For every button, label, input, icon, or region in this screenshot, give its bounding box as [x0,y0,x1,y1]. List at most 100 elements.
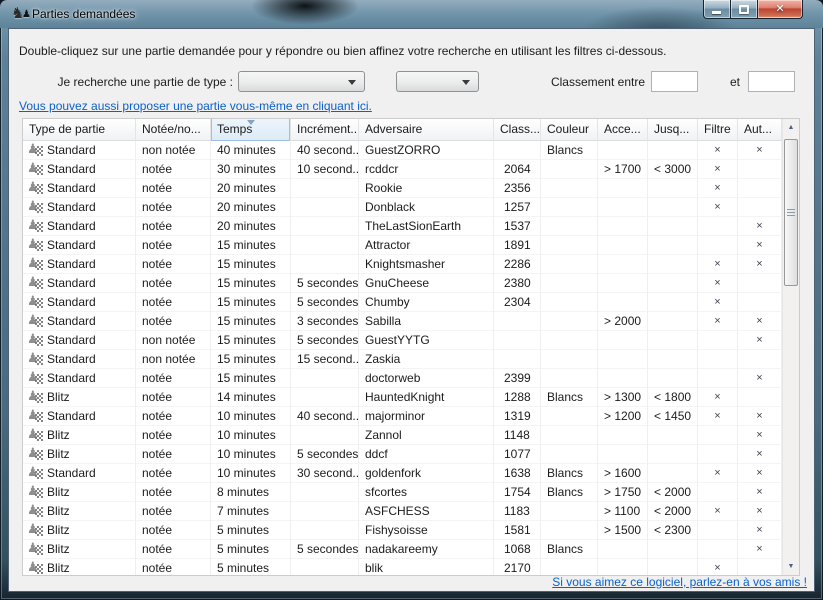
cell-opponent: sfcortes [359,483,494,502]
column-header-color[interactable]: Couleur [541,119,598,141]
column-header-accept-from[interactable]: Acce... [598,119,648,141]
column-header-accept-to[interactable]: Jusq... [648,119,698,141]
propose-game-link[interactable]: Vous pouvez aussi proposer une partie vo… [19,99,372,113]
column-header-time[interactable]: Temps [211,119,291,141]
game-type-text: Standard [47,217,96,235]
cell-auto: × [738,217,782,236]
cell-opponent: blik [359,559,494,575]
chess-game-icon [27,561,44,576]
cell-increment: 5 secondes [291,445,359,464]
cell-opponent: Rookie [359,179,494,198]
game-type-text: Standard [47,293,96,311]
game-type-text: Blitz [47,445,70,463]
cell-filter: × [698,388,738,407]
table-row[interactable]: Standardnon notée40 minutes40 second...G… [23,141,782,160]
scroll-up-button[interactable]: ▲ [783,119,799,136]
cell-color [541,559,598,575]
column-header-opponent[interactable]: Adversaire [359,119,494,141]
titlebar[interactable]: ♞♟ Parties demandées ✕ [0,0,823,28]
game-type-text: Blitz [47,388,70,406]
table-row[interactable]: Standardnotée10 minutes40 second...major… [23,407,782,426]
cell-accept-to [648,426,698,445]
table-row[interactable]: Blitznotée10 minutes5 secondesddcf1077× [23,445,782,464]
cell-filter: × [698,407,738,426]
cell-time: 15 minutes [211,274,291,293]
table-row[interactable]: Blitznotée10 minutesZannol1148× [23,426,782,445]
game-type-text: Standard [47,350,96,368]
column-header-rated[interactable]: Notée/no... [136,119,211,141]
chess-game-icon [27,314,44,329]
table-row[interactable]: Standardnotée20 minutesTheLastSionEarth1… [23,217,782,236]
table-row[interactable]: Blitznotée7 minutesASFCHESS1183> 1100< 2… [23,502,782,521]
scroll-down-button[interactable]: ▼ [783,558,799,575]
cell-time: 15 minutes [211,312,291,331]
cell-increment: 5 secondes [291,331,359,350]
secondary-filter-select[interactable] [396,71,479,92]
table-row[interactable]: Standardnotée10 minutes30 second...golde… [23,464,782,483]
cell-type: Standard [23,331,136,350]
column-header-rating[interactable]: Class... [494,119,541,141]
game-type-label: Je recherche une partie de type : [9,75,233,89]
table-row[interactable]: Blitznotée5 minutes5 secondesnadakareemy… [23,540,782,559]
table-row[interactable]: Blitznotée5 minutesblik2170× [23,559,782,575]
table-row[interactable]: Standardnotée15 minutes5 secondesGnuChee… [23,274,782,293]
table-row[interactable]: Standardnotée15 minutes3 secondesSabilla… [23,312,782,331]
cell-rating: 1183 [494,502,541,521]
table-row[interactable]: Standardnotée15 minutes5 secondesChumby2… [23,293,782,312]
cell-rated: notée [136,160,211,179]
scrollbar-thumb[interactable] [784,139,798,286]
minimize-button[interactable] [703,0,731,19]
share-with-friends-link[interactable]: Si vous aimez ce logiciel, parlez-en à v… [552,575,807,589]
cell-type: Standard [23,236,136,255]
rating-max-input[interactable] [748,71,795,92]
game-type-text: Standard [47,464,96,482]
cell-accept-from: > 1300 [598,388,648,407]
table-row[interactable]: Standardnotée30 minutes10 second...rcddc… [23,160,782,179]
cell-type: Blitz [23,483,136,502]
close-button[interactable]: ✕ [757,0,803,19]
cell-rating: 1638 [494,464,541,483]
cell-type: Standard [23,141,136,160]
cell-color [541,217,598,236]
chess-game-icon [27,542,44,557]
table-row[interactable]: Standardnotée15 minutesdoctorweb2399× [23,369,782,388]
cell-rated: notée [136,198,211,217]
table-row[interactable]: Blitznotée8 minutessfcortes1754Blancs> 1… [23,483,782,502]
cell-accept-to [648,236,698,255]
cell-opponent: Attractor [359,236,494,255]
cell-accept-to [648,559,698,575]
table-row[interactable]: Standardnon notée15 minutes15 second...Z… [23,350,782,369]
vertical-scrollbar[interactable]: ▲ ▼ [782,119,799,575]
column-header-type[interactable]: Type de partie [23,119,136,141]
cell-time: 10 minutes [211,464,291,483]
column-header-auto[interactable]: Aut... [738,119,782,141]
game-type-select[interactable] [238,71,365,92]
table-row[interactable]: Standardnotée20 minutesDonblack1257× [23,198,782,217]
cell-filter [698,426,738,445]
column-header-increment[interactable]: Incrément... [291,119,359,141]
cell-color: Blancs [541,388,598,407]
cell-type: Standard [23,293,136,312]
cell-accept-to [648,274,698,293]
cell-filter: × [698,198,738,217]
column-header-filter[interactable]: Filtre [698,119,738,141]
table-row[interactable]: Standardnotée15 minutesAttractor1891× [23,236,782,255]
chess-game-icon [27,390,44,405]
cell-rating [494,312,541,331]
cell-rating: 1288 [494,388,541,407]
table-row[interactable]: Standardnon notée15 minutes5 secondesGue… [23,331,782,350]
cell-filter [698,369,738,388]
cell-time: 5 minutes [211,521,291,540]
cell-accept-to [648,540,698,559]
cell-increment: 40 second... [291,141,359,160]
table-row[interactable]: Standardnotée20 minutesRookie2356× [23,179,782,198]
maximize-button[interactable] [731,0,757,19]
cell-opponent: Donblack [359,198,494,217]
rating-min-input[interactable] [651,71,698,92]
table-row[interactable]: Standardnotée15 minutesKnightsmasher2286… [23,255,782,274]
table-row[interactable]: Blitznotée14 minutesHauntedKnight1288Bla… [23,388,782,407]
chess-game-icon [27,352,44,367]
cell-color: Blancs [541,483,598,502]
cell-filter: × [698,179,738,198]
table-row[interactable]: Blitznotée5 minutesFishysoisse1581> 1500… [23,521,782,540]
